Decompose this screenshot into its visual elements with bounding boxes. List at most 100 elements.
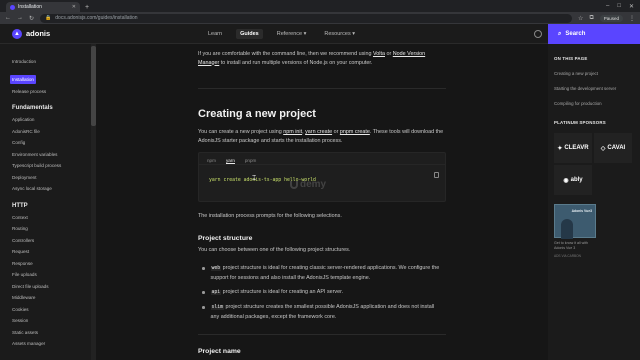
profile-button[interactable]: Paused bbox=[599, 14, 623, 22]
tab-pnpm[interactable]: pnpm bbox=[245, 158, 257, 164]
sidebar-item[interactable]: Direct file uploads bbox=[12, 281, 96, 293]
text: or bbox=[332, 129, 340, 135]
reload-icon[interactable]: ↻ bbox=[29, 15, 34, 22]
main-content: If you are comfortable with the command … bbox=[96, 44, 548, 360]
text: project structure is ideal for creating … bbox=[210, 265, 440, 281]
sponsor-ably[interactable]: ◉ ably bbox=[554, 165, 592, 195]
sidebar-item-release-process[interactable]: Release process bbox=[12, 86, 96, 98]
sponsors-grid: ✦ CLEAVR ◇ CAVAI ◉ ably bbox=[554, 133, 636, 195]
on-this-page-title: ON THIS PAGE bbox=[554, 56, 588, 61]
menu-dots-icon[interactable]: ⋮ bbox=[629, 15, 635, 22]
cavai-icon: ◇ bbox=[600, 145, 606, 152]
logo-text: adonis bbox=[26, 29, 51, 38]
text: If you are comfortable with the command … bbox=[198, 51, 373, 57]
forward-icon[interactable]: → bbox=[17, 15, 23, 21]
ably-icon: ◉ bbox=[563, 177, 569, 184]
toc-item[interactable]: Creating a new project bbox=[554, 71, 640, 76]
sponsor-cavai[interactable]: ◇ CAVAI bbox=[594, 133, 632, 163]
nav-resources[interactable]: Resources ▾ bbox=[320, 29, 359, 39]
sponsors-title: PLATINUM SPONSORS bbox=[554, 120, 606, 125]
sidebar-item[interactable]: File uploads bbox=[12, 269, 96, 281]
toc-item[interactable]: Starting the development server bbox=[554, 86, 640, 91]
watermark-text: demy bbox=[300, 179, 327, 190]
site-logo[interactable]: ▲ adonis bbox=[0, 28, 100, 39]
sidebar-item[interactable]: Middleware bbox=[12, 292, 96, 304]
bookmark-star-icon[interactable]: ☆ bbox=[578, 15, 583, 22]
close-window-icon[interactable]: ✕ bbox=[629, 3, 634, 10]
bullet-dot bbox=[202, 306, 205, 309]
install-prompt-text: The installation process prompts for the… bbox=[198, 213, 342, 219]
text: or bbox=[384, 51, 393, 57]
sidebar-item[interactable]: Static assets bbox=[12, 327, 96, 339]
sidebar-item[interactable]: Typescript build process bbox=[12, 160, 96, 172]
minimize-icon[interactable]: – bbox=[606, 3, 609, 10]
search-button[interactable]: ⌕ Search bbox=[548, 24, 640, 44]
window-controls: – □ ✕ bbox=[606, 3, 640, 10]
udemy-logo-icon bbox=[290, 180, 298, 189]
favicon-icon bbox=[10, 4, 15, 10]
tab-close-icon[interactable]: ✕ bbox=[72, 4, 76, 10]
text: to install and run multiple versions of … bbox=[219, 59, 373, 66]
sidebar-item[interactable]: Context bbox=[12, 212, 96, 224]
sidebar-item[interactable]: Deployment bbox=[12, 172, 96, 184]
maximize-icon[interactable]: □ bbox=[617, 3, 621, 10]
sidebar-item[interactable]: Session bbox=[12, 315, 96, 327]
tab-npm[interactable]: npm bbox=[207, 158, 216, 164]
extensions-icon[interactable]: ⧉ bbox=[589, 15, 593, 22]
ad-image[interactable]: Adonis Vue3 bbox=[554, 204, 596, 239]
sidebar-item[interactable]: AdonisRC file bbox=[12, 126, 96, 138]
sidebar-item[interactable]: Routing bbox=[12, 223, 96, 235]
new-tab-icon[interactable]: + bbox=[85, 4, 89, 11]
heading-project-structure: Project structure bbox=[198, 235, 253, 242]
text: project structure creates the smallest p… bbox=[210, 304, 435, 320]
nav-guides[interactable]: Guides bbox=[236, 28, 263, 39]
top-nav: Learn Guides Reference ▾ Resources ▾ bbox=[204, 28, 359, 39]
nav-learn[interactable]: Learn bbox=[204, 29, 226, 39]
back-icon[interactable]: ← bbox=[5, 15, 11, 21]
sidebar-item[interactable]: Response bbox=[12, 258, 96, 270]
inline-code: slim bbox=[210, 305, 225, 310]
right-sidebar: ON THIS PAGE Creating a new project Star… bbox=[548, 44, 640, 360]
nav-reference[interactable]: Reference ▾ bbox=[273, 29, 311, 39]
list-item: api project structure is ideal for creat… bbox=[202, 288, 442, 298]
url-input[interactable]: 🔒 docs.adonisjs.com/guides/installation bbox=[40, 13, 573, 23]
sidebar-item[interactable]: Request bbox=[12, 246, 96, 258]
sponsor-cleavr[interactable]: ✦ CLEAVR bbox=[554, 133, 592, 163]
carbon-ad[interactable]: Adonis Vue3 Get to know it all with Adon… bbox=[554, 204, 596, 258]
sponsors-section: PLATINUM SPONSORS ✦ CLEAVR ◇ CAVAI ◉ ably bbox=[554, 120, 636, 195]
npm-init-link[interactable]: npm init bbox=[283, 129, 302, 135]
sidebar-item[interactable]: Cookies bbox=[12, 304, 96, 316]
inline-code: web bbox=[210, 266, 222, 271]
ad-text[interactable]: Get to know it all with Adonis Vue 3 bbox=[554, 241, 596, 251]
sidebar-item[interactable]: Environment variables bbox=[12, 149, 96, 161]
text: project structure is ideal for creating … bbox=[221, 289, 344, 295]
sidebar-item-installation[interactable]: Installation bbox=[10, 74, 36, 84]
divider bbox=[198, 88, 446, 89]
inline-code: api bbox=[210, 290, 222, 295]
text: You can create a new project using bbox=[198, 129, 284, 135]
search-label: Search bbox=[565, 31, 586, 37]
docs-sidebar: Introduction Installation Release proces… bbox=[0, 44, 96, 360]
toc-item[interactable]: Compiling for production bbox=[554, 101, 640, 106]
adonis-logo-icon: ▲ bbox=[12, 28, 22, 39]
sponsor-name: ably bbox=[570, 177, 583, 183]
ad-tag[interactable]: ADS VIA CARBON bbox=[554, 254, 596, 258]
heading-creating-project: Creating a new project bbox=[198, 108, 316, 120]
pnpm-create-link[interactable]: pnpm create bbox=[340, 129, 370, 135]
sidebar-item[interactable]: Assets manager bbox=[12, 338, 96, 350]
browser-tab-bar: Installation ✕ + – □ ✕ bbox=[0, 0, 640, 12]
sidebar-item[interactable]: Application bbox=[12, 114, 96, 126]
volta-link[interactable]: Volta bbox=[373, 51, 385, 57]
list-item: web project structure is ideal for creat… bbox=[202, 264, 442, 282]
sidebar-item[interactable]: Config bbox=[12, 137, 96, 149]
browser-tab[interactable]: Installation ✕ bbox=[6, 2, 80, 12]
theme-toggle-icon[interactable] bbox=[534, 30, 542, 38]
tab-title: Installation bbox=[18, 4, 42, 10]
sidebar-item[interactable]: Async local storage bbox=[12, 183, 96, 195]
yarn-create-link[interactable]: yarn create bbox=[305, 129, 332, 135]
sidebar-item[interactable]: Controllers bbox=[12, 235, 96, 247]
list-item-text: web project structure is ideal for creat… bbox=[210, 264, 443, 282]
copy-icon[interactable] bbox=[434, 172, 439, 178]
tab-yarn[interactable]: yarn bbox=[225, 158, 235, 164]
sidebar-item-introduction[interactable]: Introduction bbox=[12, 56, 96, 68]
